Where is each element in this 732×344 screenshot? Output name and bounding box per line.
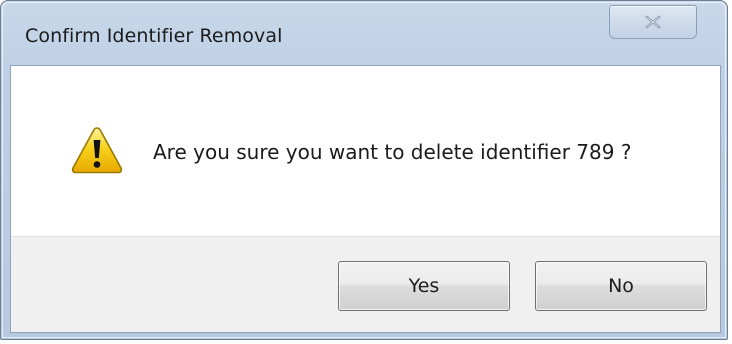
dialog-title: Confirm Identifier Removal — [25, 25, 283, 47]
close-button[interactable] — [609, 5, 697, 39]
dialog-content: Are you sure you want to delete identifi… — [10, 65, 721, 333]
warning-icon — [71, 127, 123, 174]
no-button[interactable]: No — [535, 261, 707, 311]
message-area: Are you sure you want to delete identifi… — [11, 66, 720, 236]
button-area: Yes No — [11, 236, 720, 332]
close-icon — [645, 15, 661, 29]
yes-button[interactable]: Yes — [338, 261, 510, 311]
dialog-message: Are you sure you want to delete identifi… — [153, 140, 632, 164]
titlebar[interactable]: Confirm Identifier Removal — [1, 1, 727, 65]
confirm-dialog-window: Confirm Identifier Removal Are you sure … — [0, 0, 728, 340]
